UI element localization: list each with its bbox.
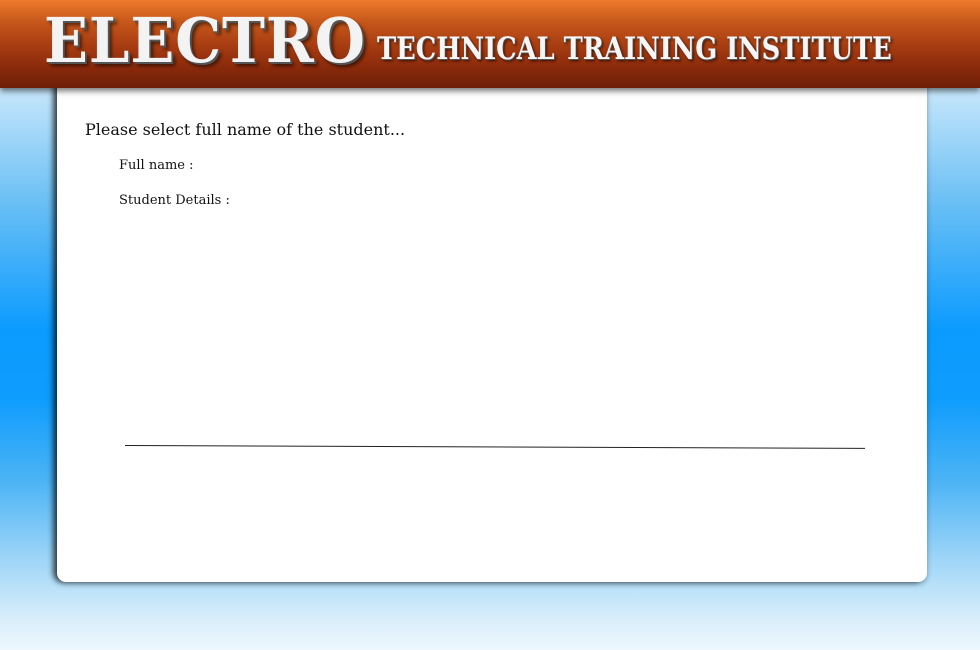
institute-tagline: TECHNICAL TRAINING INSTITUTE bbox=[377, 31, 892, 67]
instruction-text: Please select full name of the student..… bbox=[85, 120, 406, 139]
full-name-label: Full name : bbox=[119, 158, 194, 173]
student-details-label: Student Details : bbox=[119, 193, 230, 208]
header-banner: ELECTRO TECHNICAL TRAINING INSTITUTE bbox=[0, 0, 980, 88]
content-panel: Please select full name of the student..… bbox=[57, 70, 927, 582]
brand-logo-text: ELECTRO bbox=[44, 4, 366, 77]
